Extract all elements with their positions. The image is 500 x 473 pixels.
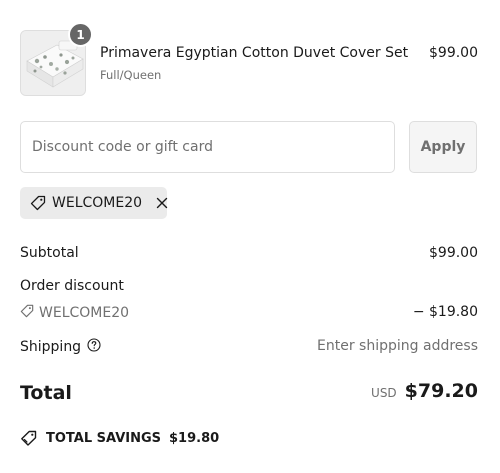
shipping-row: Shipping Enter shipping address xyxy=(20,338,478,356)
subtotal-row: Subtotal $99.00 xyxy=(20,245,478,261)
total-row: Total USD $79.20 xyxy=(20,380,478,408)
discount-code-label: WELCOME20 xyxy=(39,305,130,321)
order-discount-label: Order discount xyxy=(20,278,124,294)
quantity-badge: 1 xyxy=(68,22,93,47)
order-discount-row: Order discount xyxy=(20,278,478,294)
question-circle-icon[interactable] xyxy=(87,338,101,356)
discount-code-row: WELCOME20 − $19.80 xyxy=(20,304,478,322)
discount-amount: − $19.80 xyxy=(412,304,478,320)
product-variant: Full/Queen xyxy=(100,68,162,82)
applied-code-label: WELCOME20 xyxy=(52,195,143,211)
total-savings-row: TOTAL SAVINGS $19.80 xyxy=(20,430,219,446)
apply-discount-button[interactable]: Apply xyxy=(409,121,477,173)
total-savings-amount: $19.80 xyxy=(169,430,220,446)
close-icon[interactable] xyxy=(156,197,168,209)
cart-line-item: 1 Primavera Egyptian Cotton Duvet Cover … xyxy=(20,22,478,96)
subtotal-label: Subtotal xyxy=(20,245,79,261)
shipping-value: Enter shipping address xyxy=(317,338,478,354)
product-name: Primavera Egyptian Cotton Duvet Cover Se… xyxy=(100,45,409,61)
product-price: $99.00 xyxy=(429,45,478,61)
applied-discount-tag: WELCOME20 xyxy=(20,187,168,219)
total-amount: $79.20 xyxy=(404,380,478,402)
tag-icon xyxy=(30,195,46,211)
total-label: Total xyxy=(20,382,72,404)
subtotal-value: $99.00 xyxy=(429,245,478,261)
shipping-label: Shipping xyxy=(20,339,82,355)
total-currency: USD xyxy=(371,386,397,400)
discount-code-input[interactable] xyxy=(20,121,395,173)
tag-icon xyxy=(20,304,34,322)
total-savings-label: TOTAL SAVINGS xyxy=(46,430,162,446)
tag-outline-icon xyxy=(20,430,38,446)
